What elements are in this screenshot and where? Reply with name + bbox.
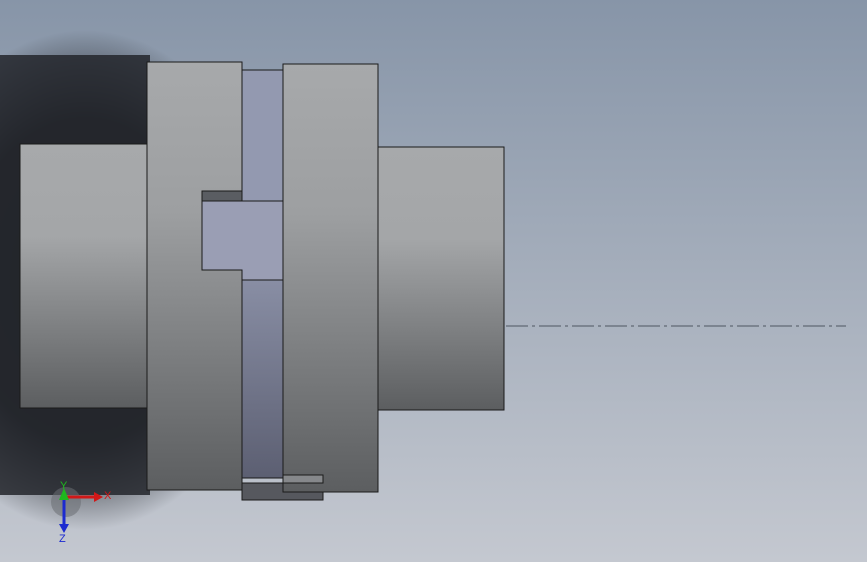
y-axis-label: Y	[60, 480, 68, 492]
left-shaft[interactable]	[19, 143, 148, 409]
x-axis-label: X	[104, 490, 112, 502]
right-hub-lip	[282, 474, 324, 484]
spacer-key[interactable]	[201, 200, 284, 281]
spacer-key-top[interactable]	[201, 190, 243, 202]
cad-viewport[interactable]: X Y Z	[0, 0, 867, 562]
right-shaft[interactable]	[377, 146, 505, 411]
z-axis-label: Z	[59, 533, 66, 545]
right-hub[interactable]	[282, 63, 379, 493]
left-hub[interactable]	[146, 61, 243, 491]
model-canvas[interactable]: X Y Z	[0, 0, 867, 562]
